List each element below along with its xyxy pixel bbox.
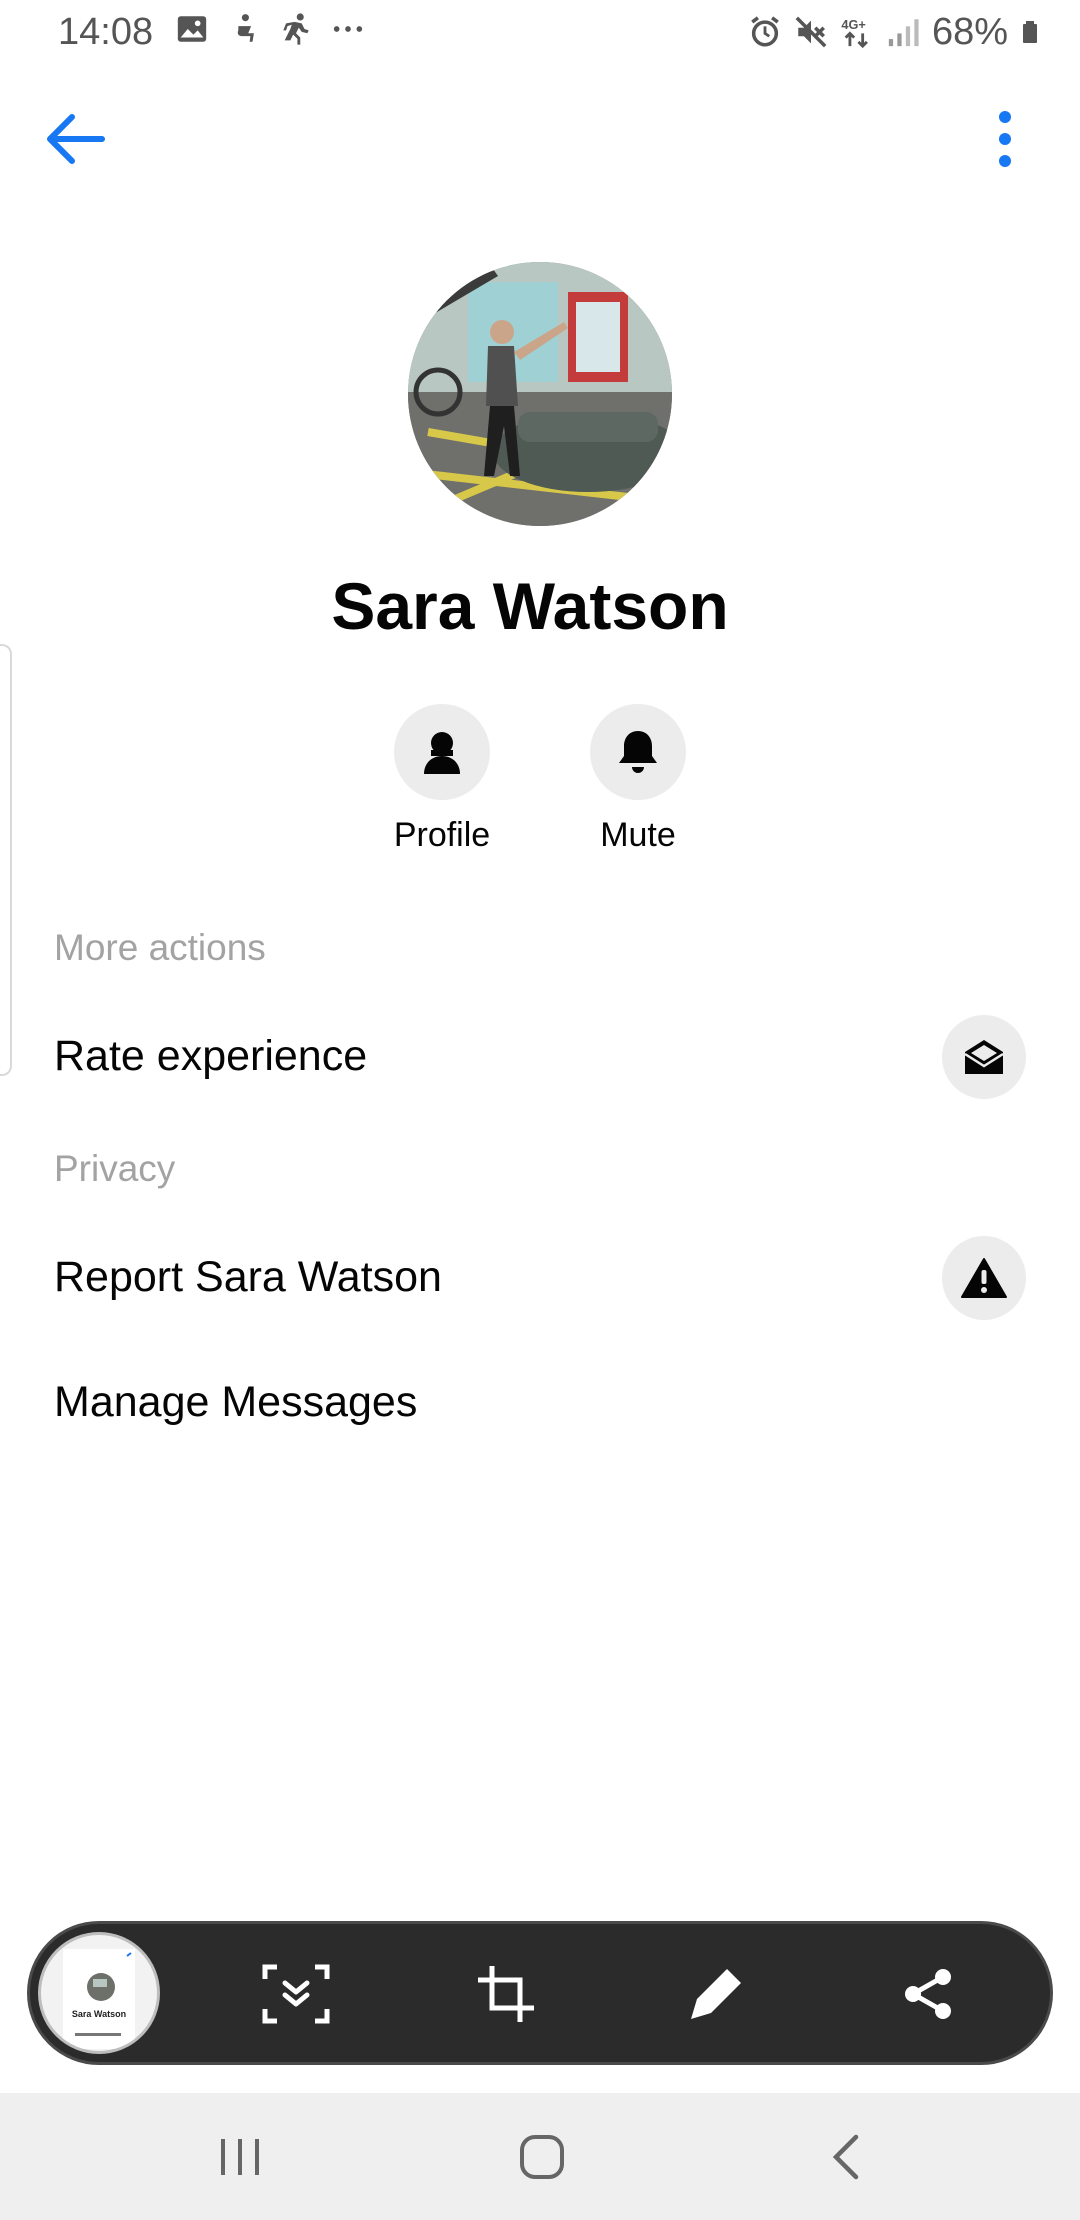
status-time: 14:08 [58, 11, 154, 53]
crop-button[interactable] [468, 1956, 544, 2032]
battery-icon [1023, 21, 1037, 43]
draw-icon [691, 1969, 741, 2019]
mute-action[interactable]: Mute [568, 704, 708, 856]
back-icon [832, 2134, 859, 2180]
mute-action-label: Mute [600, 816, 676, 854]
battery-percent: 68% [931, 11, 1008, 53]
report-label: Report Sara Watson [54, 1253, 442, 1301]
section-header-privacy: Privacy [54, 1148, 176, 1189]
profile-action-label: Profile [393, 816, 491, 854]
recent-apps-icon [221, 2139, 259, 2175]
signal-icon [888, 19, 919, 47]
mute-action-button[interactable] [590, 704, 686, 800]
notification-icons [175, 12, 365, 46]
scroll-capture-button[interactable] [258, 1956, 334, 2032]
nav-back-button[interactable] [810, 2127, 880, 2187]
gallery-icon [177, 16, 207, 42]
warning-icon [961, 1258, 1007, 1298]
bell-icon [619, 731, 657, 773]
rate-experience-label: Rate experience [54, 1032, 368, 1080]
report-icon-button [942, 1236, 1026, 1320]
share-icon [905, 1969, 951, 2019]
recent-apps-button[interactable] [205, 2127, 275, 2187]
avatar[interactable] [408, 262, 672, 526]
thumbnail-preview [63, 1949, 135, 2049]
more-options-button[interactable] [970, 104, 1040, 174]
network-4g-icon: 4G+ [841, 17, 868, 49]
svg-text:4G+: 4G+ [841, 17, 865, 32]
more-vertical-icon [999, 111, 1011, 167]
status-bar: 14:08 4G+ 68% [0, 0, 1080, 64]
manage-messages-label: Manage Messages [54, 1378, 418, 1426]
profile-action-button[interactable] [394, 704, 490, 800]
report-row[interactable]: Report Sara Watson [0, 1223, 1080, 1333]
running-icon [283, 13, 309, 45]
screenshot-thumbnail[interactable]: Sara Watson [38, 1932, 160, 2054]
manage-messages-row[interactable]: Manage Messages [0, 1350, 1080, 1460]
thumbnail-name: Sara Watson [71, 2009, 127, 2019]
arrow-left-icon [47, 114, 105, 164]
mute-icon [795, 16, 827, 48]
alarm-icon [751, 16, 779, 47]
system-icons: 4G+ 68% [748, 10, 1044, 54]
profile-action[interactable]: Profile [372, 704, 512, 856]
navigation-bar [0, 2093, 1080, 2220]
more-notifications-icon [333, 26, 363, 32]
profile-name: Sara Watson [331, 569, 729, 643]
rate-experience-row[interactable]: Rate experience [0, 1002, 1080, 1112]
profile-photo [408, 262, 672, 526]
rate-experience-icon-button [942, 1015, 1026, 1099]
draw-button[interactable] [678, 1956, 754, 2032]
section-header-more-actions: More actions [54, 927, 266, 968]
crop-icon [478, 1966, 534, 2022]
person-icon [424, 732, 460, 774]
scroll-capture-icon [262, 1964, 330, 2024]
screenshot-toolbar: Sara Watson [27, 1921, 1053, 2065]
accessibility-icon [237, 14, 254, 42]
share-button[interactable] [890, 1956, 966, 2032]
home-button[interactable] [507, 2127, 577, 2187]
home-icon [520, 2135, 564, 2179]
envelope-open-icon [964, 1040, 1004, 1074]
back-button[interactable] [40, 104, 110, 174]
